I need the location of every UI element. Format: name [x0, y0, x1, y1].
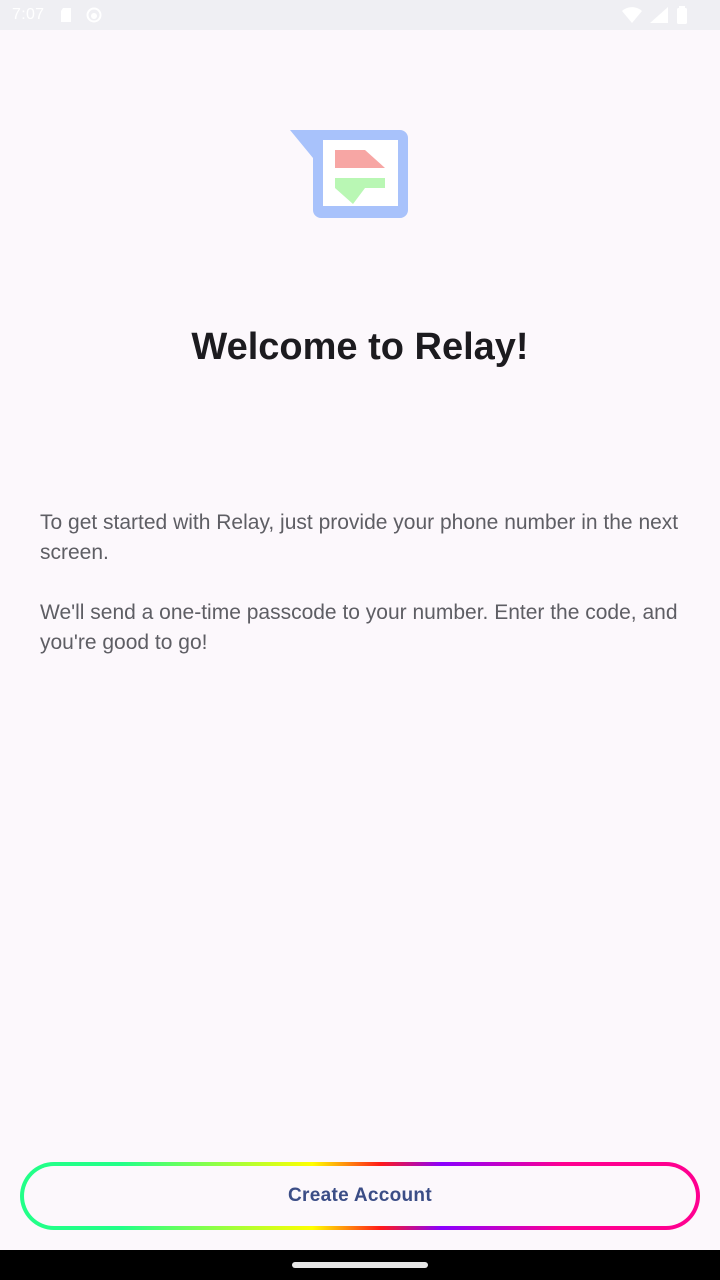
- status-right-group: [614, 6, 688, 24]
- page-title: Welcome to Relay!: [191, 326, 529, 368]
- status-bar: 7:07: [0, 0, 720, 30]
- intro-paragraph-2: We'll send a one-time passcode to your n…: [40, 601, 678, 654]
- relay-exchange-icon: [290, 130, 408, 218]
- intro-paragraph-1: To get started with Relay, just provide …: [40, 511, 679, 564]
- home-gesture-handle[interactable]: [292, 1262, 428, 1268]
- create-account-label: Create Account: [288, 1185, 432, 1206]
- signal-icon: [650, 7, 668, 23]
- navigation-bar: [0, 1250, 720, 1280]
- create-account-button-border[interactable]: Create Account: [20, 1162, 700, 1230]
- sd-card-icon: [60, 7, 74, 23]
- intro-text: To get started with Relay, just provide …: [40, 508, 685, 658]
- circle-status-icon: [86, 7, 102, 23]
- battery-icon: [676, 6, 688, 24]
- relay-logo: [290, 128, 410, 222]
- status-time: 7:07: [12, 6, 45, 23]
- wifi-icon: [622, 7, 642, 23]
- create-account-button[interactable]: Create Account: [24, 1166, 696, 1226]
